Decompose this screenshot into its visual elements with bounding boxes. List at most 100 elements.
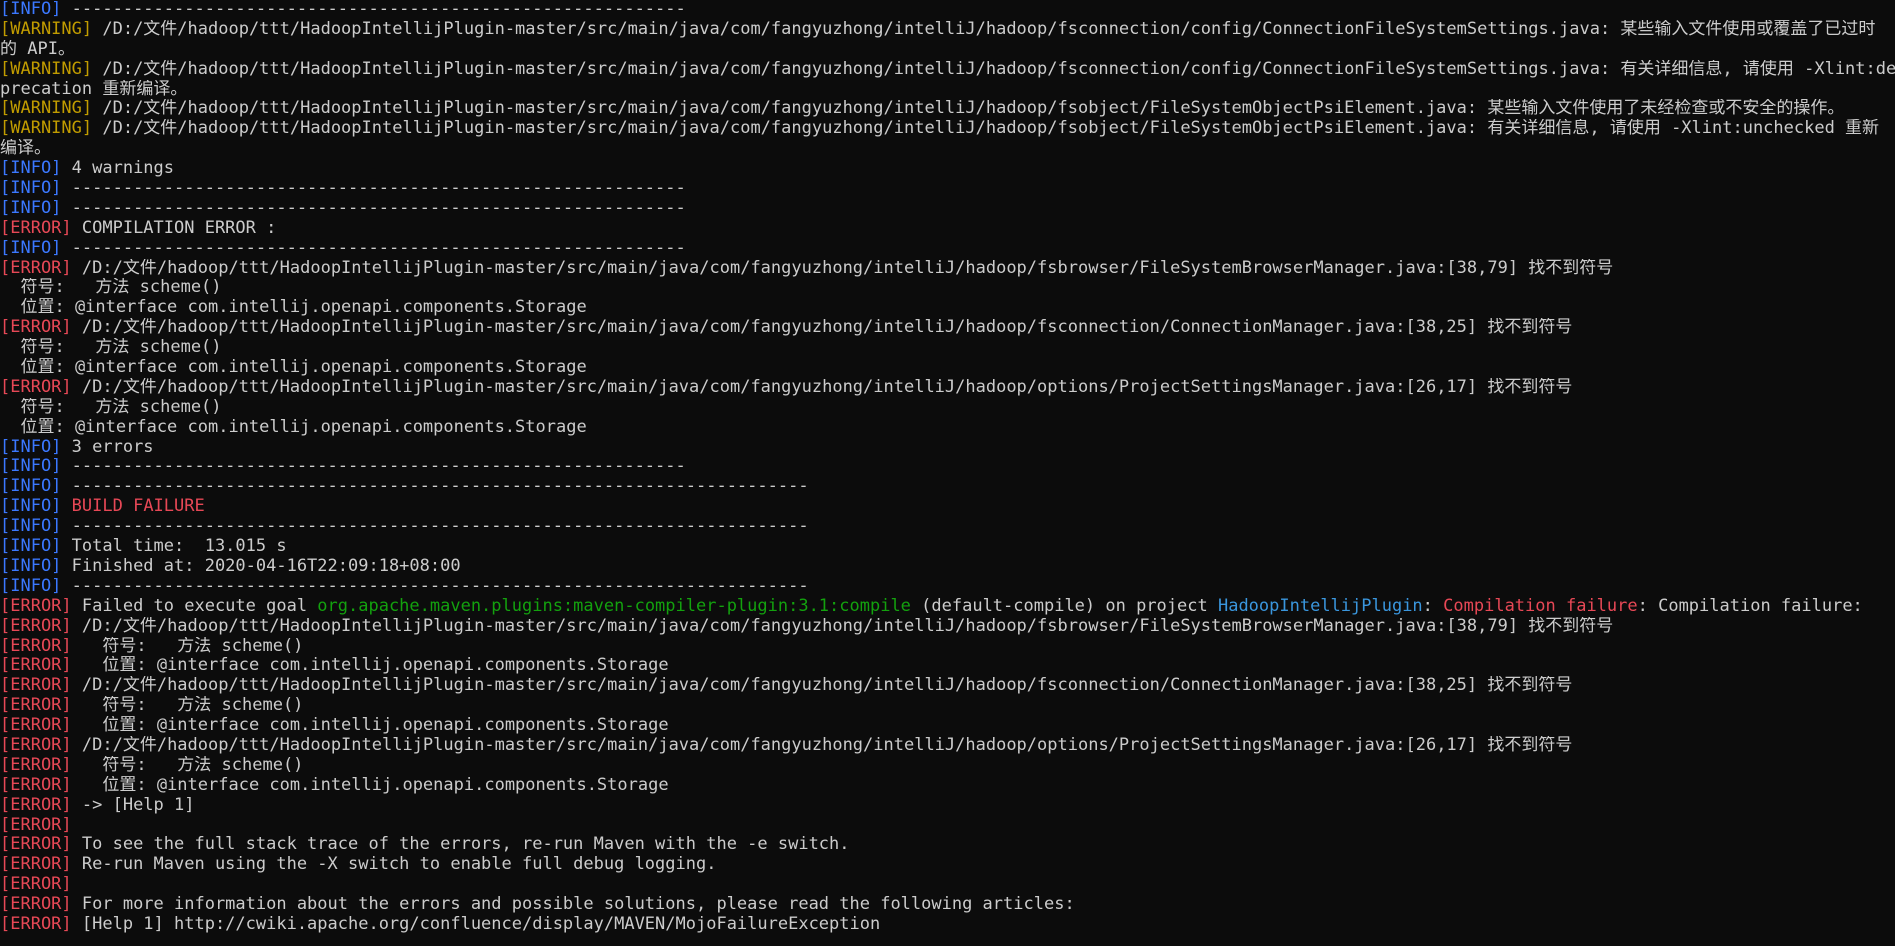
terminal-line: [ERROR] Failed to execute goal org.apach… — [0, 597, 1895, 617]
terminal-line: [INFO] ---------------------------------… — [0, 239, 1895, 259]
log-text: For more information about the errors an… — [71, 895, 1075, 915]
log-text: Failed to execute goal — [71, 596, 318, 616]
log-text: 符号: 方法 scheme() — [0, 338, 222, 358]
terminal-line: [INFO] BUILD FAILURE — [0, 497, 1895, 517]
log-level-info: [INFO] — [0, 179, 62, 199]
log-text: Total time: 13.015 s — [61, 537, 287, 557]
terminal-line: 符号: 方法 scheme() — [0, 338, 1895, 358]
log-text: /D:/文件/hadoop/ttt/HadoopIntellijPlugin-m… — [71, 318, 1573, 338]
log-level-error: [ERROR] — [0, 696, 72, 716]
log-level-error: [ERROR] — [0, 377, 72, 397]
log-text: Re-run Maven using the -X switch to enab… — [71, 855, 717, 875]
log-text: 位置: @interface com.intellij.openapi.comp… — [71, 656, 669, 676]
terminal-line: [ERROR] /D:/文件/hadoop/ttt/HadoopIntellij… — [0, 318, 1895, 338]
log-text: HadoopIntellijPlugin — [1217, 596, 1423, 616]
log-level-warning: [WARNING] — [0, 119, 93, 139]
terminal-line: 符号: 方法 scheme() — [0, 278, 1895, 298]
log-text: ----------------------------------------… — [61, 238, 686, 258]
log-level-info: [INFO] — [0, 198, 62, 218]
terminal-line: [ERROR] 位置: @interface com.intellij.open… — [0, 716, 1895, 736]
terminal-line: [ERROR] /D:/文件/hadoop/ttt/HadoopIntellij… — [0, 736, 1895, 756]
terminal-line: precation 重新编译。 — [0, 80, 1895, 100]
log-text: /D:/文件/hadoop/ttt/HadoopIntellijPlugin-m… — [92, 59, 1895, 79]
terminal-output[interactable]: [INFO] ---------------------------------… — [0, 0, 1895, 946]
log-level-error: [ERROR] — [0, 835, 72, 855]
log-text: 位置: @interface com.intellij.openapi.comp… — [71, 775, 669, 795]
terminal-line: [INFO] 3 errors — [0, 438, 1895, 458]
terminal-line: [INFO] ---------------------------------… — [0, 0, 1895, 20]
log-level-warning: [WARNING] — [0, 99, 93, 119]
log-text: 符号: 方法 scheme() — [71, 696, 304, 716]
terminal-line: [INFO] ---------------------------------… — [0, 457, 1895, 477]
log-level-error: [ERROR] — [0, 596, 72, 616]
log-level-error: [ERROR] — [0, 755, 72, 775]
terminal-line: [ERROR] -> [Help 1] — [0, 796, 1895, 816]
log-level-error: [ERROR] — [0, 636, 72, 656]
log-text: BUILD FAILURE — [71, 497, 205, 517]
log-text: ----------------------------------------… — [61, 0, 686, 19]
log-text: 符号: 方法 scheme() — [0, 278, 222, 298]
log-text: ----------------------------------------… — [61, 517, 809, 537]
terminal-line: 编译。 — [0, 139, 1895, 159]
log-level-info: [INFO] — [0, 537, 62, 557]
log-level-error: [ERROR] — [0, 895, 72, 915]
log-level-error: [ERROR] — [0, 218, 72, 238]
log-text: COMPILATION ERROR : — [71, 218, 277, 238]
log-text: precation 重新编译。 — [0, 79, 188, 99]
log-text: 位置: @interface com.intellij.openapi.comp… — [0, 417, 587, 437]
log-level-info: [INFO] — [0, 437, 62, 457]
log-level-error: [ERROR] — [0, 875, 72, 895]
log-level-info: [INFO] — [0, 576, 62, 596]
log-level-info: [INFO] — [0, 517, 62, 537]
log-level-info: [INFO] — [0, 159, 62, 179]
log-text: 位置: @interface com.intellij.openapi.comp… — [0, 298, 587, 318]
terminal-line: [ERROR] — [0, 875, 1895, 895]
log-text: (default-compile) on project — [910, 596, 1218, 616]
log-text: 符号: 方法 scheme() — [71, 755, 304, 775]
log-level-info: [INFO] — [0, 457, 62, 477]
terminal-line: 位置: @interface com.intellij.openapi.comp… — [0, 358, 1895, 378]
terminal-line: [INFO] Finished at: 2020-04-16T22:09:18+… — [0, 557, 1895, 577]
terminal-line: 位置: @interface com.intellij.openapi.comp… — [0, 298, 1895, 318]
terminal-line: [ERROR] COMPILATION ERROR : — [0, 219, 1895, 239]
log-text: Finished at: 2020-04-16T22:09:18+08:00 — [61, 556, 461, 576]
terminal-line: [INFO] Total time: 13.015 s — [0, 537, 1895, 557]
terminal-line: [ERROR] To see the full stack trace of t… — [0, 835, 1895, 855]
terminal-line: [ERROR] For more information about the e… — [0, 895, 1895, 915]
terminal-line: [ERROR] 位置: @interface com.intellij.open… — [0, 656, 1895, 676]
terminal-line: [INFO] 4 warnings — [0, 159, 1895, 179]
log-text: Compilation failure — [1443, 596, 1638, 616]
terminal-line: [WARNING] /D:/文件/hadoop/ttt/HadoopIntell… — [0, 99, 1895, 119]
terminal-line: [INFO] ---------------------------------… — [0, 179, 1895, 199]
terminal-line: [ERROR] 符号: 方法 scheme() — [0, 637, 1895, 657]
log-text: To see the full stack trace of the error… — [71, 835, 850, 855]
terminal-line: [ERROR] [Help 1] http://cwiki.apache.org… — [0, 915, 1895, 935]
log-level-error: [ERROR] — [0, 815, 72, 835]
log-level-error: [ERROR] — [0, 855, 72, 875]
terminal-line: [WARNING] /D:/文件/hadoop/ttt/HadoopIntell… — [0, 60, 1895, 80]
log-text: /D:/文件/hadoop/ttt/HadoopIntellijPlugin-m… — [71, 676, 1573, 696]
log-text: : — [1422, 596, 1444, 616]
log-text: ----------------------------------------… — [61, 457, 686, 477]
log-text: ----------------------------------------… — [61, 576, 809, 596]
log-level-error: [ERROR] — [0, 914, 72, 934]
log-text: ----------------------------------------… — [61, 179, 686, 199]
log-text: /D:/文件/hadoop/ttt/HadoopIntellijPlugin-m… — [71, 616, 1614, 636]
terminal-line: 位置: @interface com.intellij.openapi.comp… — [0, 418, 1895, 438]
log-level-error: [ERROR] — [0, 258, 72, 278]
log-level-info: [INFO] — [0, 0, 62, 19]
log-text: org.apache.maven.plugins:maven-compiler-… — [317, 596, 911, 616]
log-level-error: [ERROR] — [0, 735, 72, 755]
log-level-error: [ERROR] — [0, 775, 72, 795]
log-level-warning: [WARNING] — [0, 19, 93, 39]
terminal-line: [ERROR] /D:/文件/hadoop/ttt/HadoopIntellij… — [0, 676, 1895, 696]
terminal-line: [WARNING] /D:/文件/hadoop/ttt/HadoopIntell… — [0, 119, 1895, 139]
log-level-info: [INFO] — [0, 497, 62, 517]
log-level-warning: [WARNING] — [0, 59, 93, 79]
log-text: /D:/文件/hadoop/ttt/HadoopIntellijPlugin-m… — [92, 99, 1845, 119]
log-text: : Compilation failure: — [1637, 596, 1863, 616]
log-level-info: [INFO] — [0, 238, 62, 258]
log-text: /D:/文件/hadoop/ttt/HadoopIntellijPlugin-m… — [92, 19, 1876, 39]
terminal-line: [INFO] ---------------------------------… — [0, 517, 1895, 537]
log-text: ----------------------------------------… — [61, 477, 809, 497]
